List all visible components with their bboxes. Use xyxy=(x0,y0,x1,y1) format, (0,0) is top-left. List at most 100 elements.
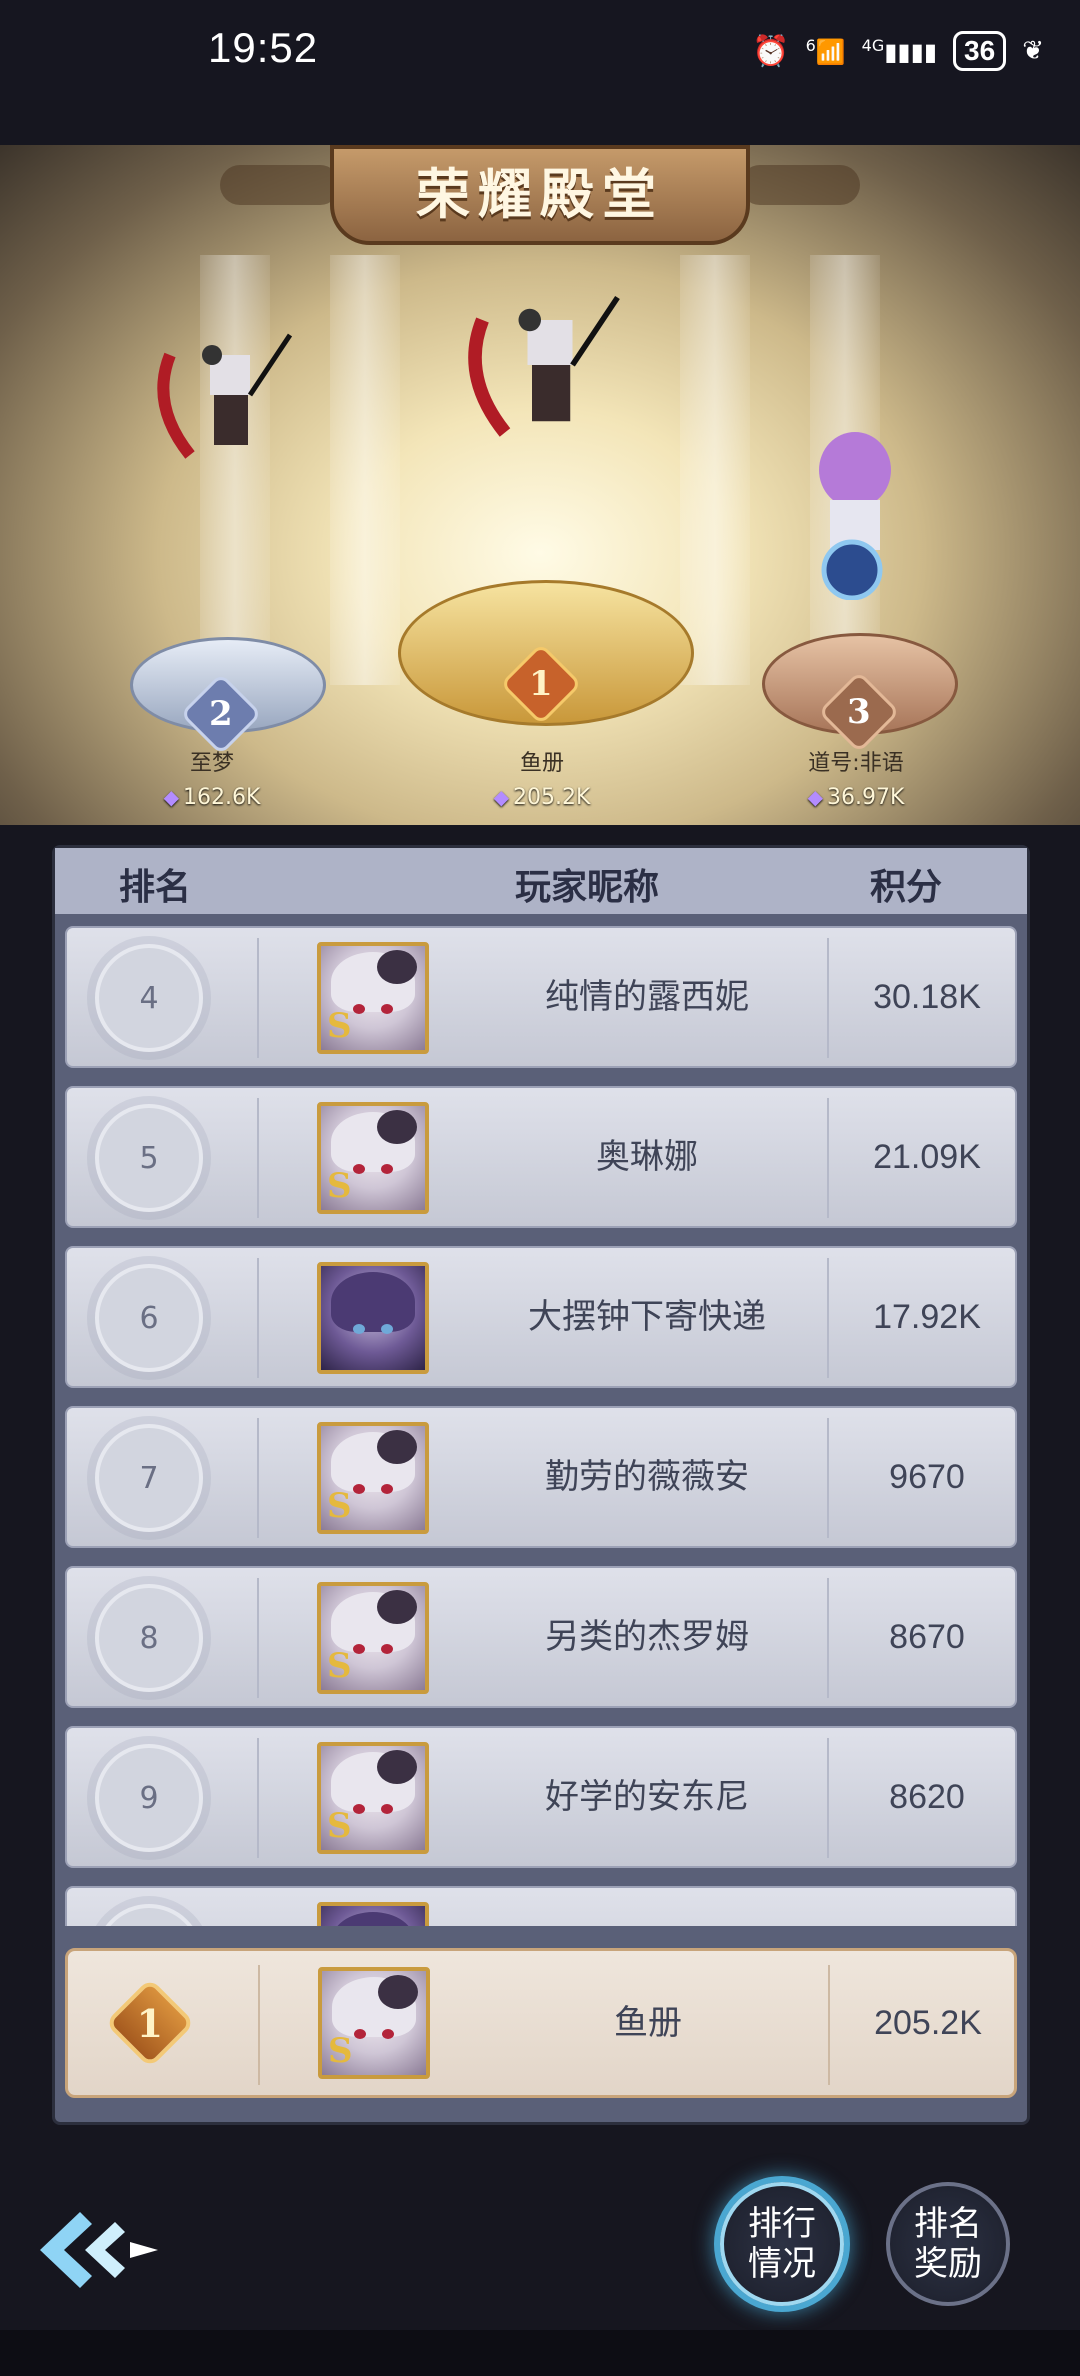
leaderboard-panel: 排名 玩家昵称 积分 4 S 纯情的露西妮 30.18K 5 S 奥琳娜 21.… xyxy=(52,845,1030,2125)
back-arrow-icon xyxy=(40,2212,158,2288)
player-name: 奥琳娜 xyxy=(596,1137,698,1177)
status-bar: 19:52 ⏰ 6📶 4G▮▮▮▮ 36 ❦ xyxy=(0,0,1080,100)
rank-badge: 6 xyxy=(95,1264,203,1372)
table-row[interactable]: 4 S 纯情的露西妮 30.18K xyxy=(65,926,1017,1068)
my-rank-medal: 1 xyxy=(104,1977,196,2069)
player-score: 30.18K xyxy=(873,978,981,1016)
header-score: 积分 xyxy=(870,867,943,908)
player-name: 纯情的露西妮 xyxy=(545,977,749,1017)
player-score: 21.09K xyxy=(873,1138,981,1176)
table-row[interactable]: 9 S 好学的安东尼 8620 xyxy=(65,1726,1017,1868)
player-avatar[interactable]: S xyxy=(317,1742,429,1854)
podium-2-score: ◆ 162.6K xyxy=(112,785,312,810)
my-rank-row[interactable]: 1 S 鱼册 205.2K xyxy=(65,1948,1017,2098)
back-button[interactable] xyxy=(30,2200,170,2300)
player-score: 8670 xyxy=(889,1618,965,1656)
my-score: 205.2K xyxy=(874,2004,982,2042)
divider xyxy=(827,1258,829,1378)
page-title: 荣耀殿堂 xyxy=(330,145,750,245)
header-name: 玩家昵称 xyxy=(515,867,660,908)
podium-2-score-value: 162.6K xyxy=(182,785,261,810)
table-row[interactable]: 5 S 奥琳娜 21.09K xyxy=(65,1086,1017,1228)
alarm-icon: ⏰ xyxy=(752,33,790,69)
podium-3-score: ◆ 36.97K xyxy=(756,785,956,810)
table-row[interactable]: 7 S 勤劳的薇薇安 9670 xyxy=(65,1406,1017,1548)
player-name: 大摆钟下寄快递 xyxy=(528,1297,766,1337)
gem-icon: ◆ xyxy=(807,785,823,809)
banner-wing xyxy=(220,165,340,205)
pillar xyxy=(330,255,400,685)
podium-3-character[interactable] xyxy=(790,430,910,601)
rank-badge: 4 xyxy=(95,944,203,1052)
podium-2-rank: 2 xyxy=(209,693,233,734)
divider xyxy=(827,1418,829,1538)
podium-1-name: 鱼册 xyxy=(519,751,564,776)
podium-1-rank: 1 xyxy=(529,663,553,704)
podium-3-name: 道号:非语 xyxy=(808,751,904,776)
signal-icon: 4G▮▮▮▮ xyxy=(861,36,938,66)
podium-2-character[interactable] xyxy=(150,315,293,465)
divider xyxy=(257,1738,259,1858)
divider xyxy=(257,1418,259,1538)
player-avatar[interactable]: S xyxy=(317,1582,429,1694)
player-avatar[interactable]: S xyxy=(317,1422,429,1534)
battery-icon: 36 xyxy=(953,31,1007,71)
rank-reward-button[interactable]: 排名 奖励 xyxy=(886,2182,1010,2306)
rank-badge: 5 xyxy=(95,1104,203,1212)
player-score: 8620 xyxy=(889,1778,965,1816)
table-row[interactable]: 6 大摆钟下寄快递 17.92K xyxy=(65,1246,1017,1388)
podium-3-score-value: 36.97K xyxy=(826,785,905,810)
divider xyxy=(258,1965,260,2085)
player-avatar[interactable]: S xyxy=(317,942,429,1054)
table-row-partial[interactable] xyxy=(65,1886,1017,1926)
header-rank: 排名 xyxy=(119,867,192,908)
my-rank: 1 xyxy=(136,2000,164,2046)
my-name: 鱼册 xyxy=(614,2003,682,2043)
podium-3-rank: 3 xyxy=(847,691,871,732)
podium-2-name: 至梦 xyxy=(189,751,234,776)
ranking-status-button[interactable]: 排行 情况 xyxy=(720,2182,844,2306)
player-score: 17.92K xyxy=(873,1298,981,1336)
hall-of-fame: 荣耀殿堂 2 至梦 ◆ 162.6K 1 鱼册 ◆ 205.2K 3 道号:非语… xyxy=(0,145,1080,825)
leaderboard-list[interactable]: 4 S 纯情的露西妮 30.18K 5 S 奥琳娜 21.09K 6 大摆钟下寄… xyxy=(65,926,1017,1926)
pillar xyxy=(680,255,750,685)
table-row[interactable]: 8 S 另类的杰罗姆 8670 xyxy=(65,1566,1017,1708)
player-name: 另类的杰罗姆 xyxy=(545,1617,749,1657)
divider xyxy=(827,1738,829,1858)
my-avatar[interactable]: S xyxy=(318,1967,430,2079)
divider xyxy=(257,1258,259,1378)
divider xyxy=(827,1578,829,1698)
player-avatar[interactable] xyxy=(317,1902,429,1926)
signal-label: 4G xyxy=(861,36,885,55)
divider xyxy=(257,1578,259,1698)
divider xyxy=(827,1098,829,1218)
divider xyxy=(257,938,259,1058)
divider xyxy=(827,938,829,1058)
wifi-label: 6 xyxy=(805,36,816,55)
podium-1-character[interactable] xyxy=(460,275,620,437)
player-avatar[interactable]: S xyxy=(317,1102,429,1214)
podium-1-score-value: 205.2K xyxy=(512,785,591,810)
leaf-icon: ❦ xyxy=(1022,36,1044,66)
rank-reward-label: 排名 奖励 xyxy=(914,2204,982,2284)
ranking-status-label: 排行 情况 xyxy=(748,2204,816,2284)
player-score: 9670 xyxy=(889,1458,965,1496)
banner-wing xyxy=(740,165,860,205)
player-name: 好学的安东尼 xyxy=(545,1777,749,1817)
player-avatar[interactable] xyxy=(317,1262,429,1374)
divider xyxy=(828,1965,830,2085)
gem-icon: ◆ xyxy=(493,785,509,809)
podium-1-score: ◆ 205.2K xyxy=(442,785,642,810)
gem-icon: ◆ xyxy=(163,785,179,809)
rank-badge: 8 xyxy=(95,1584,203,1692)
rank-badge: 9 xyxy=(95,1744,203,1852)
status-time: 19:52 xyxy=(208,24,319,71)
wifi-icon: 6📶 xyxy=(805,36,846,66)
bottom-nav-bar xyxy=(0,2330,1080,2376)
player-name: 勤劳的薇薇安 xyxy=(545,1457,749,1497)
rank-badge: 7 xyxy=(95,1424,203,1532)
divider xyxy=(257,1098,259,1218)
status-icons: ⏰ 6📶 4G▮▮▮▮ 36 ❦ xyxy=(752,26,1044,76)
rank-badge xyxy=(95,1904,203,1926)
table-header: 排名 玩家昵称 积分 xyxy=(55,848,1027,914)
